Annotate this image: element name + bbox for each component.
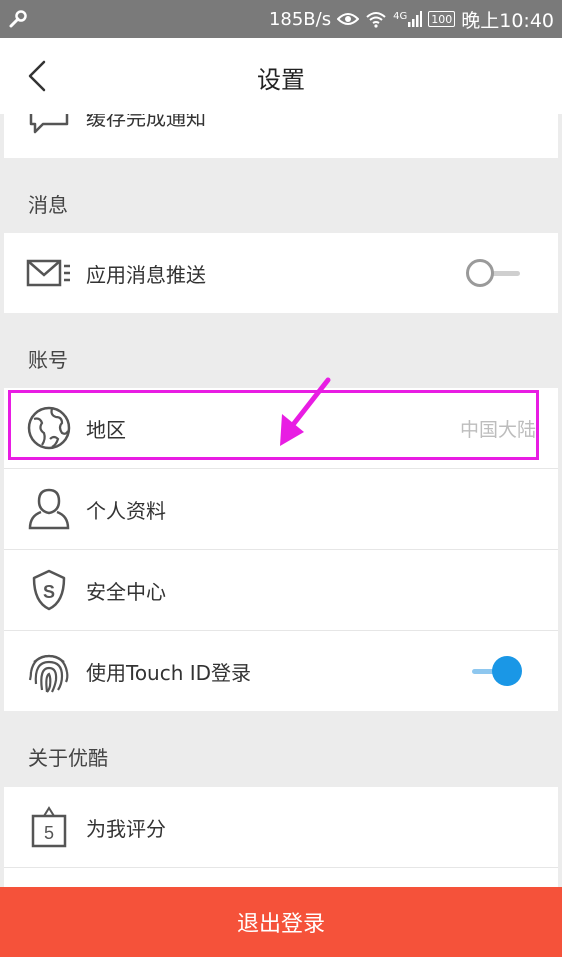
setting-label: 使用Touch ID登录 [86,660,252,685]
chat-bubble-icon [26,114,72,139]
setting-rate-us[interactable]: 5 为我评分 [4,787,558,867]
logout-button[interactable]: 退出登录 [0,887,562,957]
network-type: 4G [393,11,408,22]
network-speed: 185B/s [268,8,332,30]
setting-next-item[interactable] [4,868,558,887]
setting-profile[interactable]: 个人资料 [4,469,558,549]
svg-text:5: 5 [44,823,54,843]
setting-touch-id-login[interactable]: 使用Touch ID登录 [4,631,558,711]
wrench-icon [8,9,28,29]
setting-label: 个人资料 [86,498,166,523]
region-value: 中国大陆 [459,418,536,441]
setting-region[interactable]: 地区 中国大陆 [4,388,558,468]
toggle-knob [466,259,494,287]
settings-list[interactable]: 缓存完成通知 消息 应用消息推送 账号 地区 中国大陆 个人资料 S 安全中心 … [0,114,562,887]
section-title-messages: 消息 [28,193,68,217]
setting-label: 为我评分 [86,816,166,841]
setting-label: 地区 [86,417,126,442]
app-push-toggle[interactable] [466,258,522,288]
app-header: 设置 [0,38,562,114]
setting-label: 缓存完成通知 [86,114,206,130]
section-header-messages [4,169,558,233]
person-icon [26,486,72,532]
battery-icon: 100 [428,11,456,27]
logout-label: 退出登录 [236,912,325,937]
shield-icon: S [26,567,72,613]
mail-icon [26,250,72,296]
toggle-knob [492,656,522,686]
status-bar: 185B/s 4G 100 晚上10:40 [0,0,562,38]
wifi-icon [365,10,387,28]
signal-icon: 4G [393,11,423,27]
page-title: 设置 [257,66,305,94]
globe-icon [26,405,72,451]
section-title-about: 关于优酷 [28,746,108,770]
section-title-account: 账号 [28,348,68,372]
fingerprint-icon [26,648,72,694]
setting-label: 安全中心 [86,579,166,604]
setting-security-center[interactable]: S 安全中心 [4,550,558,630]
rating-icon: 5 [26,804,72,850]
touch-id-toggle[interactable] [466,656,522,686]
setting-app-push[interactable]: 应用消息推送 [4,233,558,313]
eye-icon [337,11,360,27]
setting-label: 应用消息推送 [86,262,206,287]
setting-cache-notification[interactable]: 缓存完成通知 [4,114,558,158]
clock: 晚上10:40 [461,9,554,32]
svg-text:S: S [43,582,55,602]
battery-level: 100 [431,12,453,26]
